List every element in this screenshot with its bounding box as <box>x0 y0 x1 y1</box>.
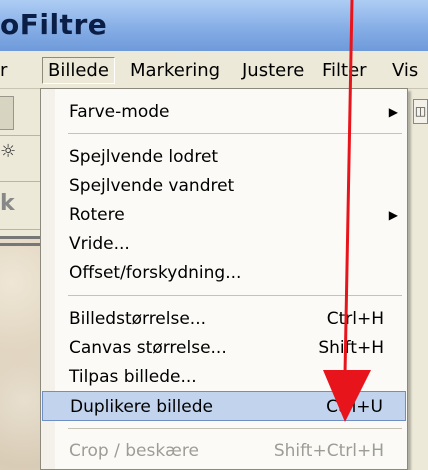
menu-item-label: Tilpas billede... <box>69 367 197 387</box>
menu-item-shortcut: Shift+Ctrl+H <box>273 441 384 461</box>
menu-bar: r Billede Markering Justere Filter Vis <box>0 51 428 89</box>
title-bar: oFiltre <box>0 0 428 51</box>
menu-item-crop-beskaere[interactable]: Crop / beskære Shift+Ctrl+H <box>42 436 406 466</box>
menu-item-partial[interactable]: r <box>0 60 7 81</box>
billede-dropdown-menu: Farve-mode ▶ Spejlvende lodret Spejlvend… <box>40 88 408 470</box>
canvas-border <box>0 236 40 239</box>
menu-item-canvas-storrelse[interactable]: Canvas størrelse... Shift+H <box>42 333 406 363</box>
menu-separator <box>68 428 402 429</box>
menu-item-label: Offset/forskydning... <box>69 263 242 283</box>
menu-item-tilpas-billede[interactable]: Tilpas billede... <box>42 362 406 392</box>
submenu-arrow-icon: ▶ <box>388 208 398 222</box>
image-canvas <box>0 236 40 470</box>
menu-separator <box>68 133 402 134</box>
menu-item-shortcut: Ctrl+U <box>326 397 383 417</box>
menu-item-offset-forskydning[interactable]: Offset/forskydning... <box>42 258 406 288</box>
tool-letter: k <box>0 191 15 216</box>
menu-item-label: Farve-mode <box>69 102 170 122</box>
menu-separator <box>68 295 402 296</box>
menu-item-shortcut: Shift+H <box>318 338 384 358</box>
menu-item-vride[interactable]: Vride... <box>42 229 406 259</box>
menu-item-label: Spejlvende lodret <box>69 147 219 167</box>
menu-item-label: Rotere <box>69 205 125 225</box>
menu-item-justere[interactable]: Justere <box>242 60 304 81</box>
menu-item-vis[interactable]: Vis <box>392 60 418 81</box>
submenu-arrow-icon: ▶ <box>388 105 398 119</box>
menu-item-spejlvende-vandret[interactable]: Spejlvende vandret <box>42 171 406 201</box>
toolbar-icon[interactable]: ◫ <box>413 99 428 124</box>
menu-item-label: Canvas størrelse... <box>69 338 227 358</box>
menu-item-label: Vride... <box>69 234 130 254</box>
menu-item-farve-mode[interactable]: Farve-mode ▶ <box>42 97 406 127</box>
menu-item-spejlvende-lodret[interactable]: Spejlvende lodret <box>42 142 406 172</box>
canvas-border <box>0 243 40 246</box>
menu-item-markering[interactable]: Markering <box>130 60 220 81</box>
menu-item-label: Duplikere billede <box>70 397 213 417</box>
menu-item-label: Billedstørrelse... <box>69 309 207 329</box>
menu-item-rotere[interactable]: Rotere ▶ <box>42 200 406 230</box>
menu-item-billedstorrelse[interactable]: Billedstørrelse... Ctrl+H <box>42 304 406 334</box>
menu-item-label: Crop / beskære <box>69 441 199 461</box>
right-toolbar-strip <box>410 89 428 470</box>
app-title: oFiltre <box>0 8 108 41</box>
toolbar-button[interactable] <box>0 96 14 130</box>
menu-item-duplikere-billede[interactable]: Duplikere billede Ctrl+U <box>42 391 406 421</box>
menu-item-billede[interactable]: Billede <box>42 57 115 84</box>
menu-item-label: Spejlvende vandret <box>69 176 235 196</box>
tool-icon[interactable]: ☼ <box>0 141 16 162</box>
menu-item-shortcut: Ctrl+H <box>326 309 384 329</box>
menu-item-filter[interactable]: Filter <box>322 60 367 81</box>
